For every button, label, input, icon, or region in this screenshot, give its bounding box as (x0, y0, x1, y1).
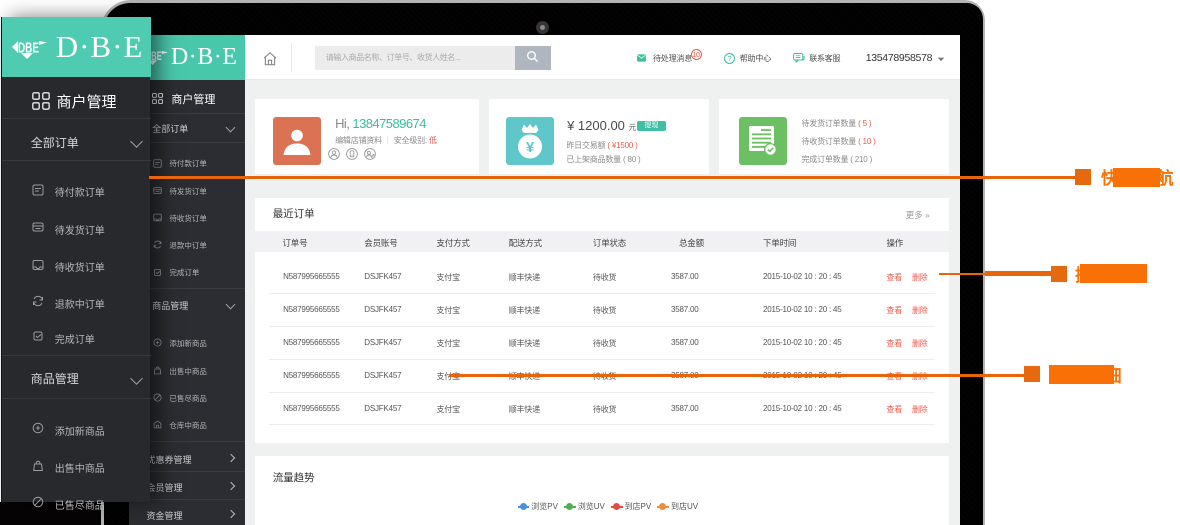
svg-text:DBE: DBE (18, 40, 39, 57)
svg-text:?: ? (727, 54, 731, 63)
svg-text:¥: ¥ (526, 139, 535, 156)
